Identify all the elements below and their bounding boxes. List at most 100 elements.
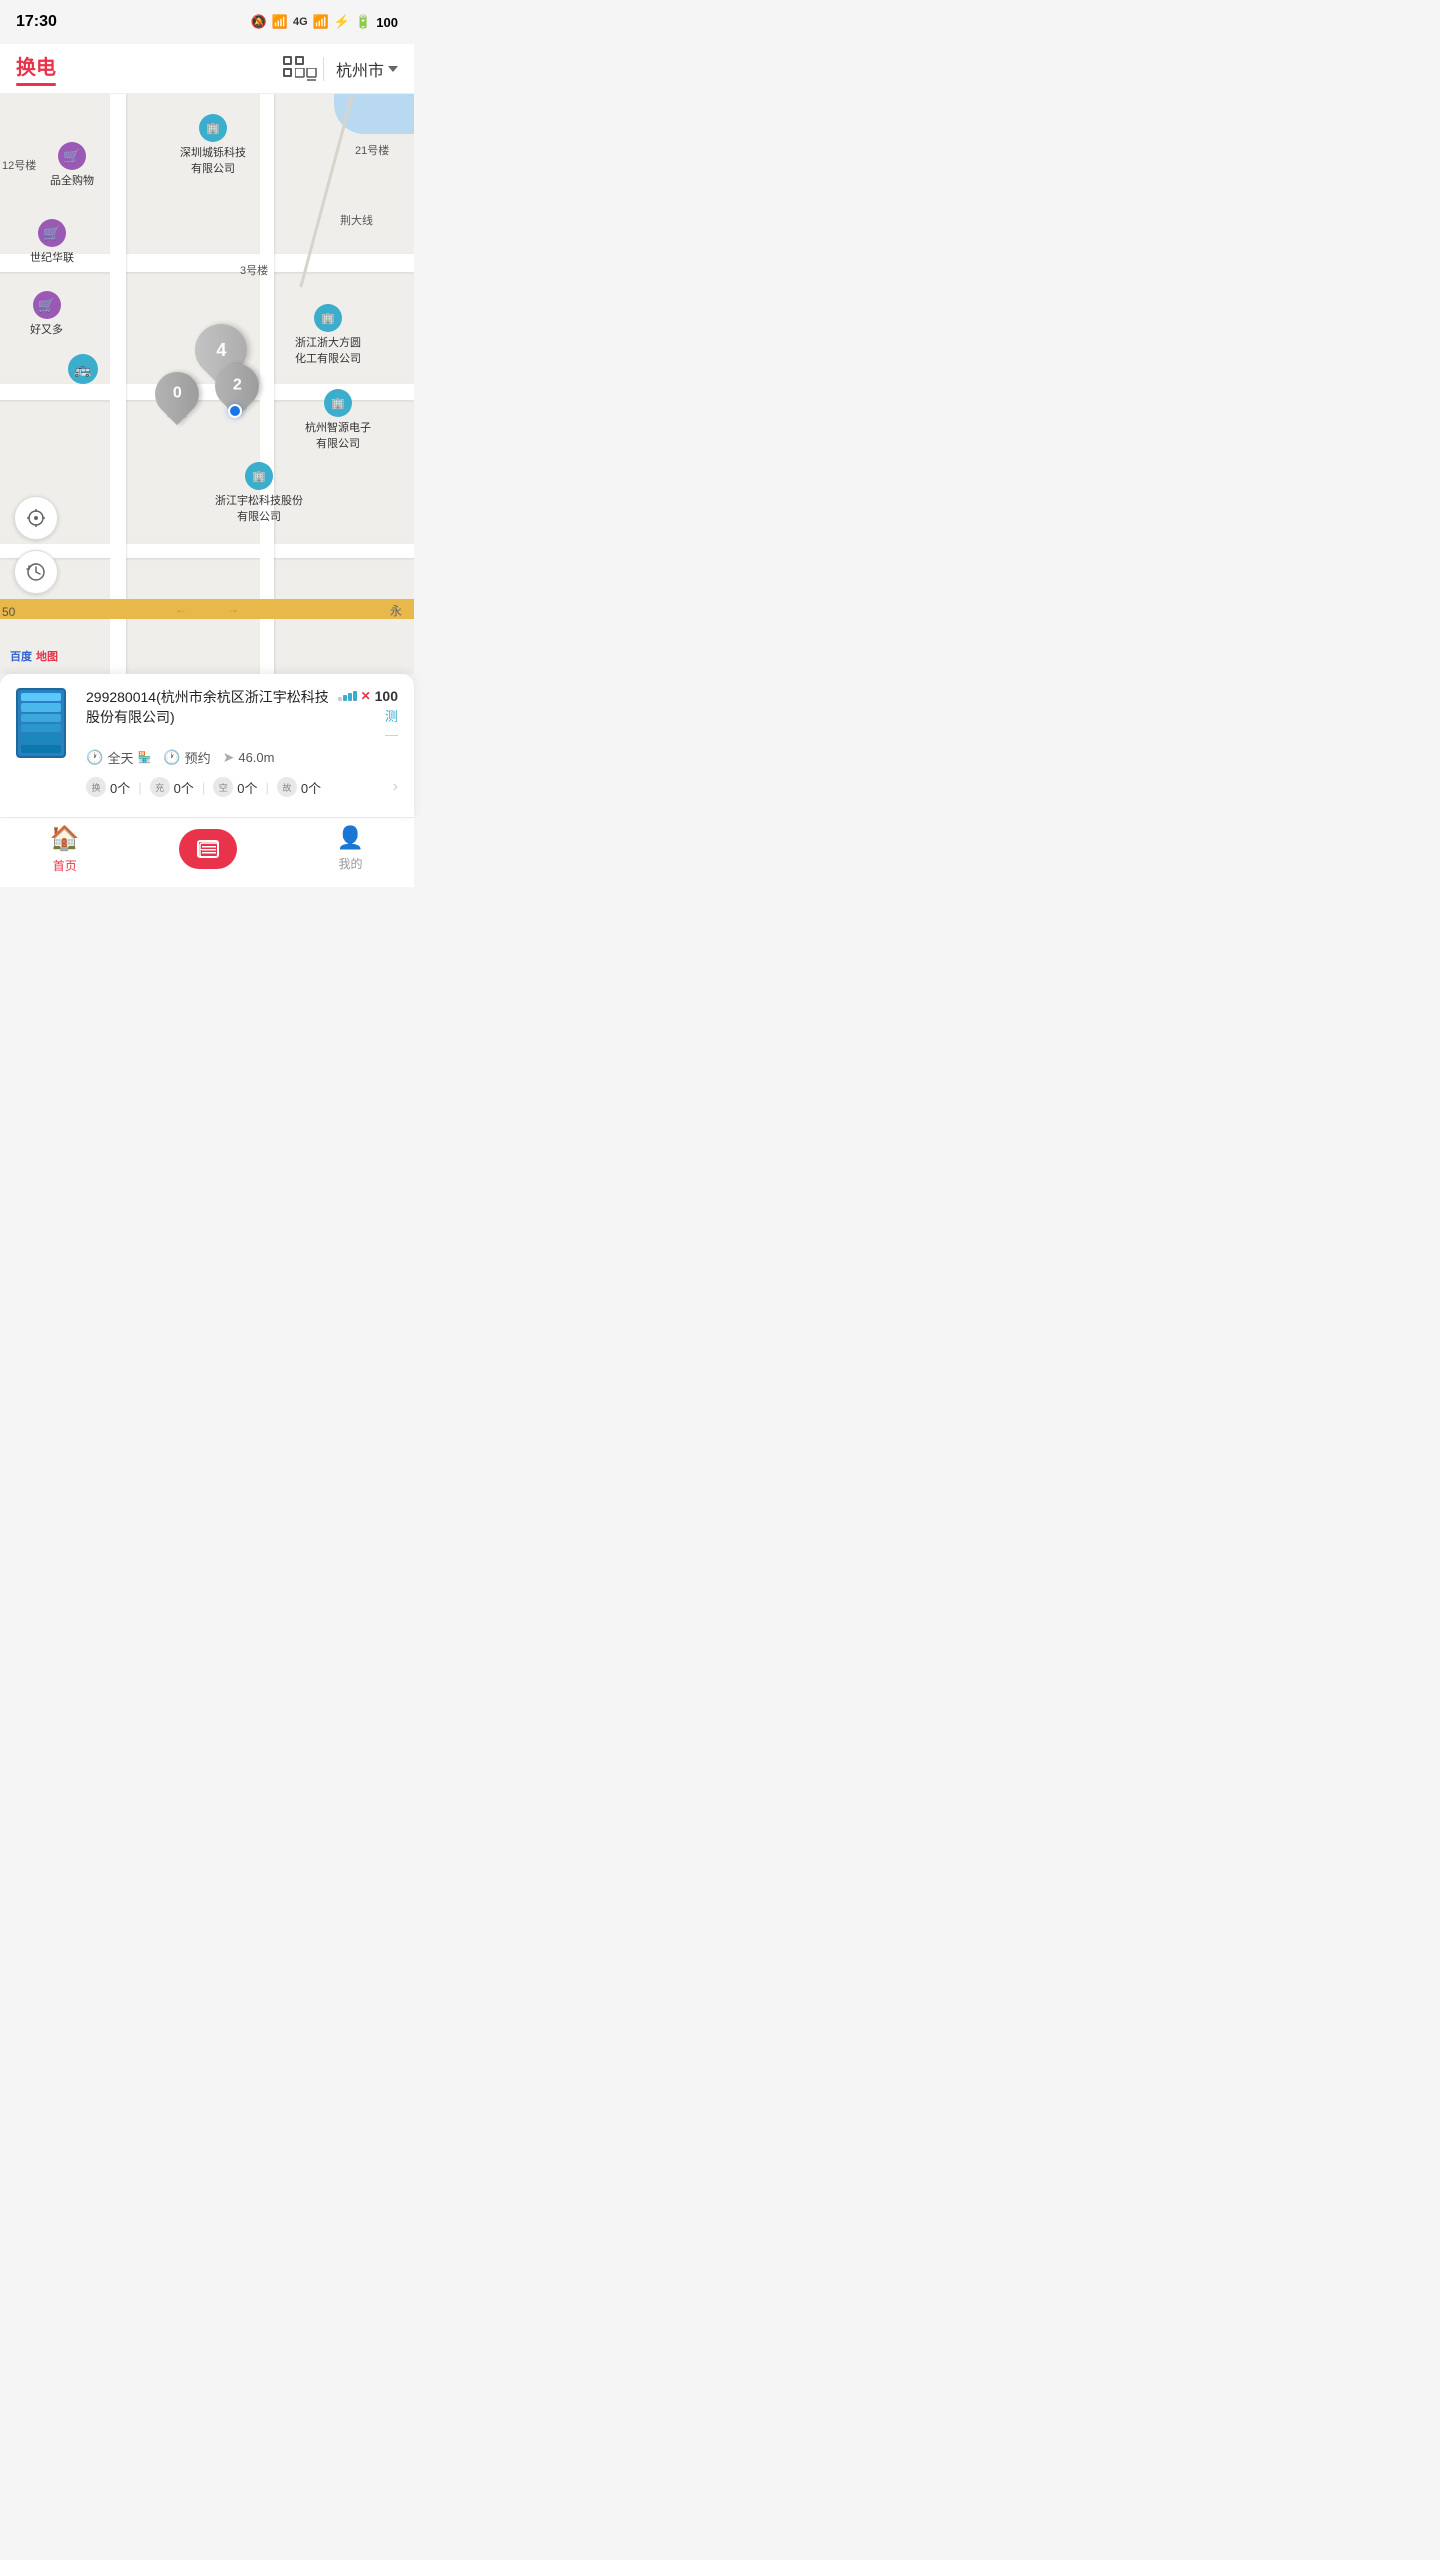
kong-count: 0个 xyxy=(237,778,257,797)
chong-badge: 充 xyxy=(150,777,170,797)
cluster-pin-0[interactable]: 0 xyxy=(155,372,199,419)
nav-right: 杭州市 xyxy=(283,57,398,81)
booking-clock-icon: 🕐 xyxy=(163,749,180,766)
gu-count: 0个 xyxy=(301,778,321,797)
nav-title-wrap: 换电 xyxy=(16,51,56,86)
cluster-2-count: 2 xyxy=(233,377,242,395)
bus-stop-icon[interactable]: 🚌 xyxy=(68,354,98,384)
nav-arrow-icon: ➤ xyxy=(223,749,235,766)
road-h3 xyxy=(0,544,414,558)
poi-zhiyuan-label: 杭州智源电子有限公司 xyxy=(305,419,371,451)
poi-shiji[interactable]: 🛒 世纪华联 xyxy=(30,219,74,265)
city-selector[interactable]: 杭州市 xyxy=(323,57,398,81)
city-label: 杭州市 xyxy=(336,57,384,81)
poi-pinquan-icon: 🛒 xyxy=(58,142,86,170)
baidu-watermark: 百度 地图 xyxy=(10,648,58,664)
grid-icon xyxy=(283,56,305,82)
nav-profile[interactable]: 👤 我的 xyxy=(337,825,364,872)
poi-zheda-label: 浙江浙大方圆化工有限公司 xyxy=(295,334,361,366)
card-header: 299280014(杭州市余杭区浙江宇松科技股份有限公司) ✕ 100 xyxy=(16,688,398,797)
cluster-0-count: 0 xyxy=(173,385,182,403)
card-stats-row: 换 0个 | 充 0个 | 空 0个 | 故 xyxy=(86,777,398,797)
poi-zhiyuan-icon: 🏢 xyxy=(324,389,352,417)
distance-info: ➤ 46.0m xyxy=(223,749,275,766)
card-content: 299280014(杭州市余杭区浙江宇松科技股份有限公司) ✕ 100 xyxy=(86,688,398,797)
poi-haoyouduo[interactable]: 🛒 好又多 xyxy=(30,291,63,337)
stat-huan: 换 0个 xyxy=(86,777,130,797)
nav-title: 换电 xyxy=(16,51,56,80)
location-dot xyxy=(228,404,242,418)
card-right-meta: ✕ 100 测 — xyxy=(338,688,398,742)
hours-label: 全天 xyxy=(107,748,133,767)
road-yellow: ← → xyxy=(0,599,414,619)
gu-badge: 故 xyxy=(277,777,297,797)
clock-icon: 🕐 xyxy=(86,749,103,766)
station-title: 299280014(杭州市余杭区浙江宇松科技股份有限公司) xyxy=(86,688,330,727)
status-icons: 🔕 📶 4G 📶 ⚡ 🔋 100 xyxy=(251,14,398,30)
poi-haoyouduo-label: 好又多 xyxy=(30,321,63,337)
history-button[interactable] xyxy=(14,550,58,594)
grid-view-button[interactable] xyxy=(283,58,311,80)
poi-shiji-label: 世纪华联 xyxy=(30,249,74,265)
poi-pinquan[interactable]: 🛒 品全购物 xyxy=(50,142,94,188)
kong-badge: 空 xyxy=(213,777,233,797)
poi-yusong-label: 浙江宇松科技股份有限公司 xyxy=(215,492,303,524)
map-label-3lou: 3号楼 xyxy=(240,264,268,278)
stat-gu: 故 0个 xyxy=(277,777,321,797)
top-nav: 换电 杭州市 xyxy=(0,44,414,94)
poi-shenzhen-icon: 🏢 xyxy=(199,114,227,142)
wifi-icon: 📶 xyxy=(272,14,288,30)
mute-icon: 🔕 xyxy=(251,14,267,30)
home-icon: 🏠 xyxy=(50,824,80,853)
poi-shiji-icon: 🛒 xyxy=(38,219,66,247)
station-card: 299280014(杭州市余杭区浙江宇松科技股份有限公司) ✕ 100 xyxy=(0,674,414,817)
card-info-row: 🕐 全天 🏪 🕐 预约 ➤ 46.0m xyxy=(86,748,398,767)
map-label-21lou: 21号楼 xyxy=(355,144,389,158)
map-label-12lou: 12号楼 xyxy=(2,159,36,173)
explore-label[interactable]: 测 xyxy=(385,706,398,725)
poi-pinquan-label: 品全购物 xyxy=(50,172,94,188)
road-v2 xyxy=(260,94,274,674)
station-thumbnail xyxy=(16,688,66,758)
stat-chong: 充 0个 xyxy=(150,777,194,797)
cluster-4-count: 4 xyxy=(216,340,226,361)
battery-icon: 🔋 xyxy=(355,14,371,30)
distance-label: 46.0m xyxy=(238,750,274,765)
bottom-nav: 🏠 首页 👤 我的 xyxy=(0,817,414,887)
poi-yusong-icon: 🏢 xyxy=(245,462,273,490)
nav-title-underline xyxy=(16,83,56,86)
status-bar: 17:30 🔕 📶 4G 📶 ⚡ 🔋 100 xyxy=(0,0,414,44)
poi-yusong[interactable]: 🏢 浙江宇松科技股份有限公司 xyxy=(215,462,303,524)
huan-count: 0个 xyxy=(110,778,130,797)
locate-button[interactable] xyxy=(14,496,58,540)
map-area[interactable]: ← → 12号楼 21号楼 3号楼 荆大线 永 🛒 品全购物 🏢 深圳城铄科技有… xyxy=(0,94,414,674)
signal-x-icon: ✕ xyxy=(361,689,371,703)
map-label-jingdaxian: 荆大线 xyxy=(340,214,373,228)
poi-zheda-icon: 🏢 xyxy=(314,304,342,332)
chevron-down-icon xyxy=(388,66,398,72)
huan-badge: 换 xyxy=(86,777,106,797)
signal-bars-icon: 📶 xyxy=(313,14,329,30)
signal-icon: 4G xyxy=(293,16,308,28)
signal-bars xyxy=(338,691,357,701)
poi-zheda[interactable]: 🏢 浙江浙大方圆化工有限公司 xyxy=(295,304,361,366)
lightning-icon: ⚡ xyxy=(334,14,350,30)
map-label-yong: 永 xyxy=(390,604,402,620)
营业-icon: 🏪 xyxy=(137,751,151,764)
signal-area: ✕ 100 xyxy=(338,688,398,704)
nav-home[interactable]: 🏠 首页 xyxy=(50,824,80,874)
map-controls xyxy=(14,496,58,594)
poi-shenzhen[interactable]: 🏢 深圳城铄科技有限公司 xyxy=(180,114,246,176)
poi-zhiyuan[interactable]: 🏢 杭州智源电子有限公司 xyxy=(305,389,371,451)
road-v1 xyxy=(110,94,126,674)
stat-kong: 空 0个 xyxy=(213,777,257,797)
scan-button[interactable] xyxy=(179,829,237,869)
profile-label: 我的 xyxy=(338,855,362,872)
booking-info: 🕐 预约 xyxy=(163,748,210,767)
dash-label: — xyxy=(385,727,398,742)
scan-icon xyxy=(197,840,219,858)
hours-info: 🕐 全天 🏪 xyxy=(86,748,151,767)
battery-level: 100 xyxy=(376,15,398,30)
poi-haoyouduo-icon: 🛒 xyxy=(33,291,61,319)
card-arrow-right: › xyxy=(393,778,398,796)
